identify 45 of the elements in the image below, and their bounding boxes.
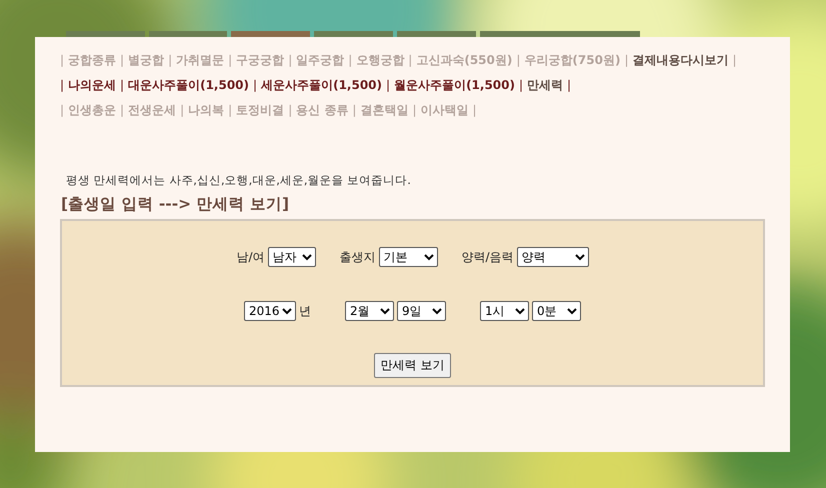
minute-dropdown[interactable]: 0분 xyxy=(532,301,581,321)
menu-separator: | xyxy=(168,52,172,69)
menu-separator: | xyxy=(120,52,124,69)
menu-separator: | xyxy=(408,52,412,69)
menu-separator: | xyxy=(624,52,628,69)
dropdown[interactable]: 양력 xyxy=(516,247,589,267)
menu-separator: | xyxy=(228,52,232,69)
description: 평생 만세력에서는 사주,십신,오행,대운,세운,월운을 보여줍니다. xyxy=(66,173,412,188)
menu-separator: | xyxy=(472,102,477,119)
menu-separator: | xyxy=(180,102,184,119)
year-dropdown[interactable]: 2016 xyxy=(244,301,296,321)
menu-separator: | xyxy=(288,52,292,69)
year-label: 년 xyxy=(299,302,311,320)
submit-button[interactable]: 만세력 보기 xyxy=(374,352,452,378)
menu-link[interactable]: 세운사주풀이(1,500) xyxy=(261,76,382,95)
menu-link[interactable]: 결제내용다시보기 xyxy=(632,51,728,70)
menu-separator: | xyxy=(567,77,572,94)
field-label: 양력/음력 xyxy=(462,248,514,266)
menu-separator: | xyxy=(412,102,417,119)
menu-separator: | xyxy=(60,77,64,94)
field-label: 남/여 xyxy=(236,248,264,266)
menu-separator: | xyxy=(732,52,737,69)
dropdown[interactable]: 기본 xyxy=(378,247,438,267)
day-dropdown[interactable]: 9일 xyxy=(397,301,446,321)
menu-separator: | xyxy=(352,102,356,119)
menu-separator: | xyxy=(516,52,520,69)
menu-link[interactable]: 나의운세 xyxy=(68,76,116,95)
section-heading: [출생일 입력 ---> 만세력 보기] xyxy=(61,194,290,215)
menu-separator: | xyxy=(386,77,390,94)
menu-link[interactable]: 만세력 xyxy=(527,76,564,95)
hour-dropdown[interactable]: 1시 xyxy=(480,301,529,321)
menu-separator: | xyxy=(348,52,352,69)
menu-separator: | xyxy=(60,52,64,69)
menu-separator: | xyxy=(228,102,232,119)
menu-separator: | xyxy=(519,77,524,94)
menu-separator: | xyxy=(120,102,124,119)
menu-link[interactable]: 월운사주풀이(1,500) xyxy=(394,76,515,95)
menu-separator: | xyxy=(60,102,64,119)
field-label: 출생지 xyxy=(340,248,376,266)
month-dropdown[interactable]: 2월 xyxy=(345,301,394,321)
menu-link[interactable]: 대운사주풀이(1,500) xyxy=(128,76,250,95)
menu-separator: | xyxy=(288,102,292,119)
menu-separator: | xyxy=(120,77,124,94)
menu-separator: | xyxy=(253,77,258,94)
dropdown[interactable]: 남자 xyxy=(268,247,316,267)
